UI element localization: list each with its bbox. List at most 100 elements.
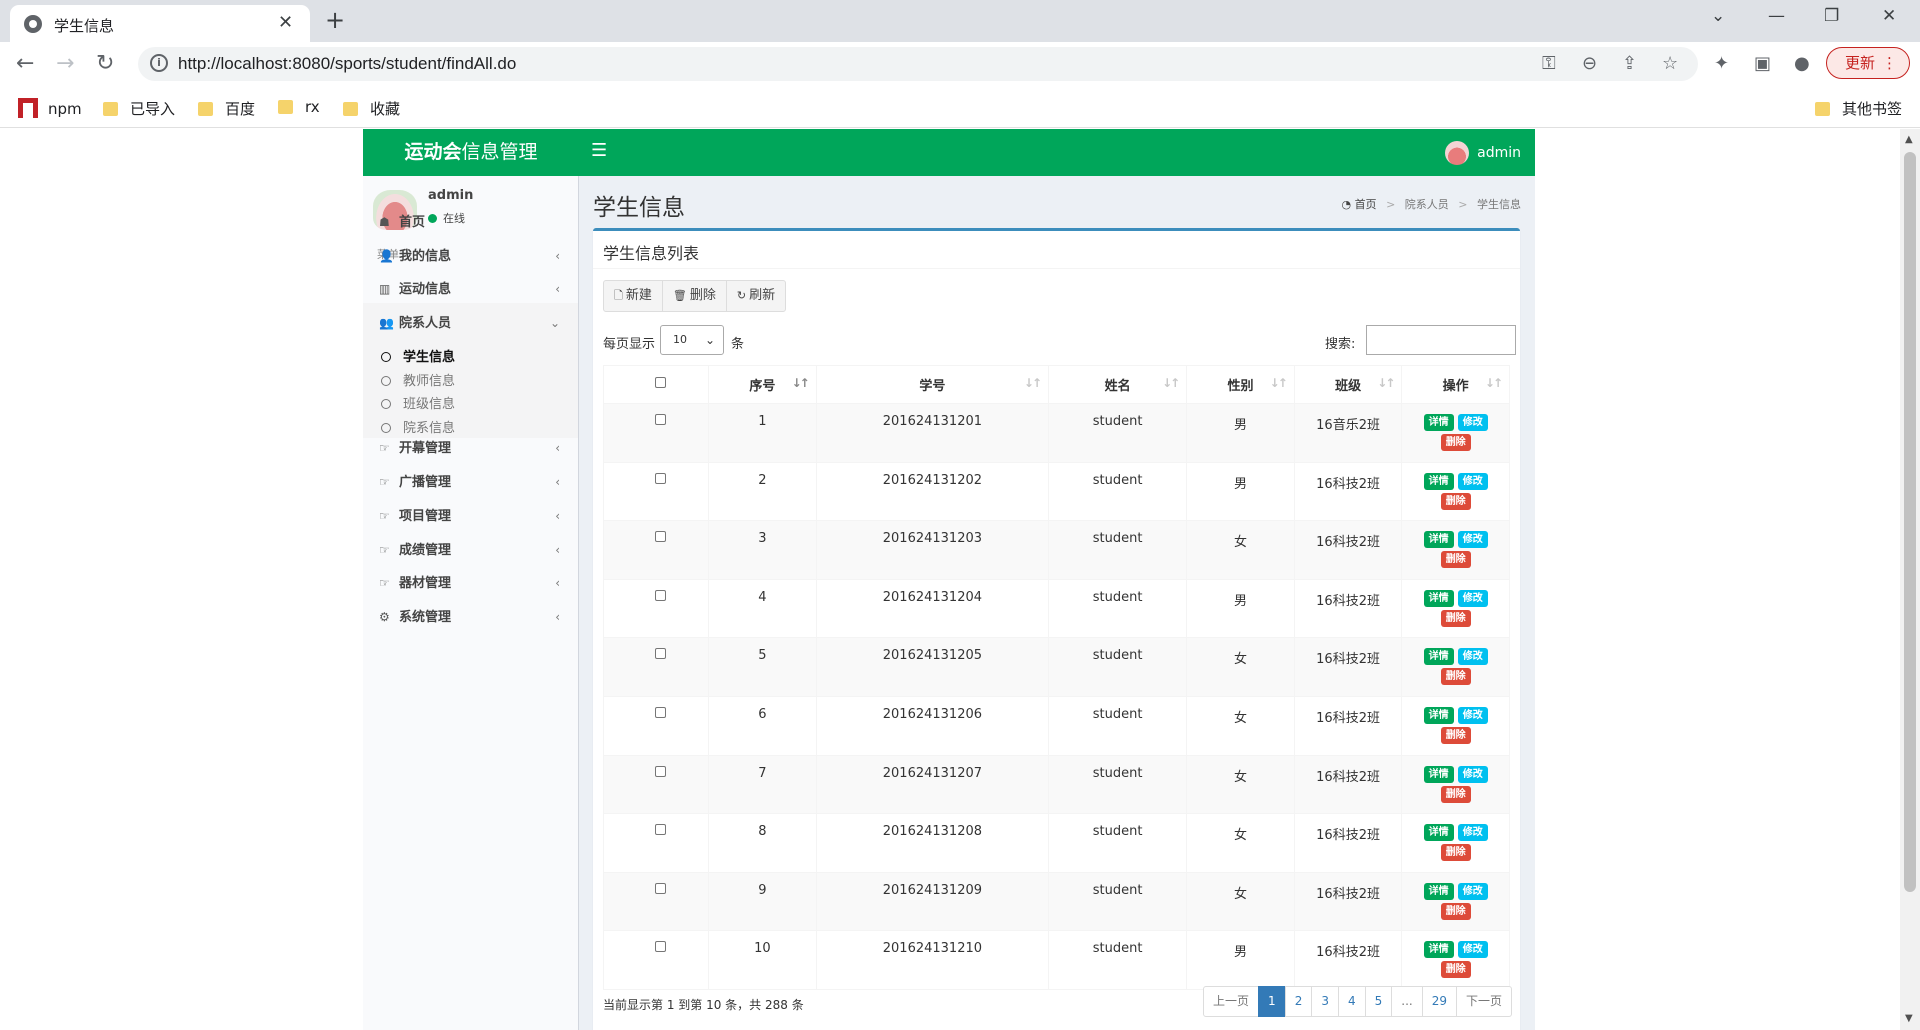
bookmark-folder-imported[interactable]: 已导入 <box>103 98 175 119</box>
detail-button[interactable]: 详情 <box>1423 706 1454 724</box>
sidebar-item-department-staff[interactable]: 👥 院系人员 ⌄ <box>363 303 578 343</box>
edit-button[interactable]: 修改 <box>1457 414 1488 431</box>
submenu-item-department-info[interactable]: 院系信息 <box>381 417 455 436</box>
page-button[interactable]: 3 <box>1311 986 1339 1017</box>
detail-button[interactable]: 详情 <box>1423 472 1454 490</box>
close-tab-icon[interactable]: ✕ <box>278 12 293 33</box>
menu-toggle-icon[interactable]: ☰ <box>591 140 607 161</box>
row-delete-button[interactable]: 删除 <box>1440 726 1471 744</box>
submenu-item-teacher-info[interactable]: 教师信息 <box>381 370 455 389</box>
update-button[interactable]: 更新 ⋮ <box>1826 47 1910 79</box>
edit-button[interactable]: 修改 <box>1457 472 1488 490</box>
row-checkbox[interactable] <box>654 765 666 777</box>
new-tab-icon[interactable]: + <box>325 6 345 34</box>
column-header-gender[interactable]: 性别 ↓↑ <box>1186 365 1295 404</box>
row-delete-button[interactable]: 删除 <box>1440 609 1471 627</box>
key-icon[interactable]: ⚿ <box>1542 53 1556 74</box>
next-page-button[interactable]: 下一页 <box>1455 986 1512 1017</box>
scroll-down-icon[interactable]: ▼ <box>1905 1013 1913 1024</box>
column-header-name[interactable]: 姓名 ↓↑ <box>1048 365 1188 404</box>
submenu-item-student-info[interactable]: 学生信息 <box>381 346 455 365</box>
breadcrumb-department[interactable]: 院系人员 <box>1405 198 1449 211</box>
bookmark-npm[interactable]: npm <box>18 98 82 118</box>
row-delete-button[interactable]: 删除 <box>1440 668 1471 686</box>
user-menu[interactable]: admin <box>1445 141 1521 165</box>
brand-logo[interactable]: 运动会信息管理 <box>363 129 579 176</box>
edit-button[interactable]: 修改 <box>1457 531 1488 549</box>
detail-button[interactable]: 详情 <box>1423 882 1454 900</box>
search-input[interactable] <box>1366 325 1516 355</box>
other-bookmarks[interactable]: 其他书签 <box>1815 98 1902 119</box>
profile-icon[interactable]: ● <box>1794 53 1810 74</box>
column-header-class[interactable]: 班级 ↓↑ <box>1293 365 1403 404</box>
minimize-icon[interactable]: — <box>1768 6 1785 26</box>
row-checkbox[interactable] <box>654 941 666 953</box>
star-icon[interactable]: ☆ <box>1662 53 1678 74</box>
column-header-actions[interactable]: 操作 ↓↑ <box>1401 365 1510 404</box>
page-scrollbar[interactable]: ▲ ▼ <box>1900 129 1920 1030</box>
row-checkbox[interactable] <box>654 589 666 601</box>
bookmark-folder-baidu[interactable]: 百度 <box>198 98 255 119</box>
delete-button[interactable]: 🗑 删除 <box>661 280 727 312</box>
page-length-select[interactable]: 10 ⌄ <box>660 325 724 355</box>
row-delete-button[interactable]: 删除 <box>1440 961 1471 979</box>
row-delete-button[interactable]: 删除 <box>1440 492 1471 510</box>
edit-button[interactable]: 修改 <box>1457 706 1488 724</box>
bookmark-folder-rx[interactable]: rx <box>278 98 320 116</box>
column-header-no[interactable]: 序号 ↓↑ <box>708 365 817 404</box>
row-delete-button[interactable]: 删除 <box>1440 902 1471 920</box>
row-checkbox[interactable] <box>654 882 666 894</box>
row-checkbox[interactable] <box>654 414 666 425</box>
detail-button[interactable]: 详情 <box>1423 531 1454 549</box>
edit-button[interactable]: 修改 <box>1457 941 1488 959</box>
url-text[interactable]: http://localhost:8080/sports/student/fin… <box>178 54 516 74</box>
edit-button[interactable]: 修改 <box>1457 882 1488 900</box>
address-bar[interactable]: i http://localhost:8080/sports/student/f… <box>138 47 1698 81</box>
edit-button[interactable]: 修改 <box>1457 765 1488 783</box>
close-window-icon[interactable]: ✕ <box>1882 6 1896 26</box>
breadcrumb-home[interactable]: 首页 <box>1355 198 1377 211</box>
page-button[interactable]: 29 <box>1421 986 1457 1017</box>
row-checkbox[interactable] <box>654 531 666 543</box>
more-menu-icon[interactable]: ⋮ <box>1882 48 1897 78</box>
row-checkbox[interactable] <box>654 824 666 836</box>
bookmark-folder-favorites[interactable]: 收藏 <box>343 98 400 119</box>
back-icon[interactable]: ← <box>16 51 34 76</box>
row-checkbox[interactable] <box>654 706 666 718</box>
prev-page-button[interactable]: 上一页 <box>1203 986 1260 1017</box>
site-info-icon[interactable]: i <box>150 54 168 72</box>
detail-button[interactable]: 详情 <box>1423 414 1454 431</box>
row-checkbox[interactable] <box>654 472 666 484</box>
share-icon[interactable]: ⇪ <box>1622 53 1637 74</box>
restore-icon[interactable]: ❐ <box>1824 6 1839 26</box>
browser-tab[interactable]: 学生信息 ✕ <box>10 5 310 42</box>
row-checkbox[interactable] <box>654 648 666 660</box>
scroll-up-icon[interactable]: ▲ <box>1905 134 1913 145</box>
extensions-icon[interactable]: ✦ <box>1714 53 1729 74</box>
detail-button[interactable]: 详情 <box>1423 824 1454 842</box>
column-header-student-id[interactable]: 学号 ↓↑ <box>815 365 1050 404</box>
zoom-icon[interactable]: ⊖ <box>1582 53 1597 74</box>
page-button[interactable]: 4 <box>1337 986 1366 1017</box>
edit-button[interactable]: 修改 <box>1457 589 1488 607</box>
row-delete-button[interactable]: 删除 <box>1440 551 1471 569</box>
forward-icon[interactable]: → <box>56 51 74 76</box>
side-panel-icon[interactable]: ▣ <box>1754 53 1771 74</box>
detail-button[interactable]: 详情 <box>1423 589 1454 607</box>
row-delete-button[interactable]: 删除 <box>1440 434 1471 451</box>
tab-search-icon[interactable]: ⌄ <box>1711 6 1725 26</box>
row-delete-button[interactable]: 删除 <box>1440 844 1471 862</box>
refresh-button[interactable]: ↻ 刷新 <box>725 280 787 312</box>
page-button[interactable]: 1 <box>1258 986 1286 1017</box>
detail-button[interactable]: 详情 <box>1423 765 1454 783</box>
edit-button[interactable]: 修改 <box>1457 824 1488 842</box>
new-button[interactable]: 🗋 新建 <box>603 280 663 312</box>
page-button[interactable]: 2 <box>1284 986 1313 1017</box>
submenu-item-class-info[interactable]: 班级信息 <box>381 393 455 412</box>
edit-button[interactable]: 修改 <box>1457 648 1488 666</box>
detail-button[interactable]: 详情 <box>1423 648 1454 666</box>
detail-button[interactable]: 详情 <box>1423 941 1454 959</box>
select-all-checkbox[interactable] <box>654 377 666 388</box>
sidebar-item-system-mgmt[interactable]: ⚙ 系统管理 ‹ <box>363 597 578 637</box>
reload-icon[interactable]: ↻ <box>96 51 114 76</box>
